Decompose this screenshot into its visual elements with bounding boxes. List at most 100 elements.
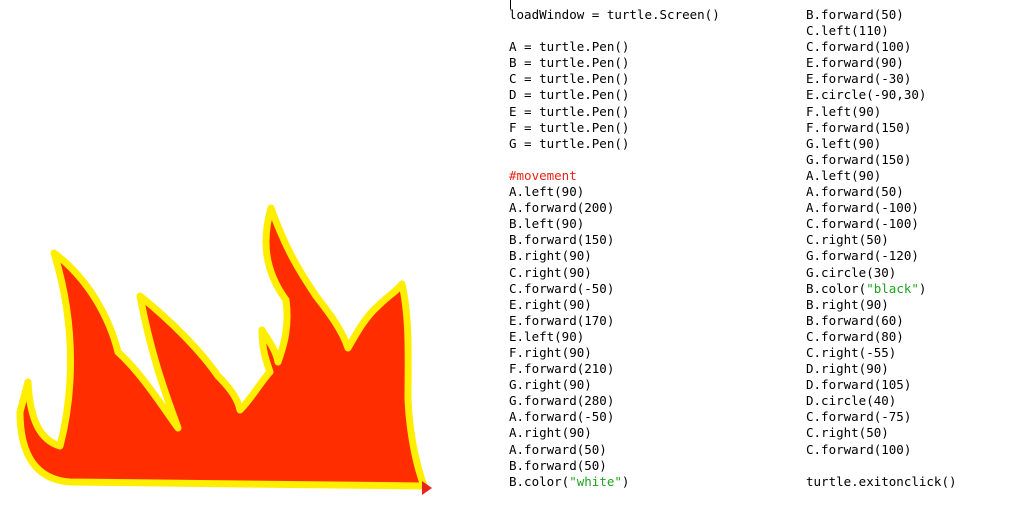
code-line[interactable]: F = turtle.Pen() [509, 120, 720, 136]
code-line[interactable]: B.right(90) [806, 297, 957, 313]
flame-shape [16, 204, 428, 490]
code-line[interactable]: E.forward(170) [509, 313, 720, 329]
code-line[interactable]: A.forward(-50) [509, 409, 720, 425]
code-text: G.circle(30) [806, 264, 897, 280]
code-text: A.left(90) [509, 184, 585, 200]
code-line[interactable]: E.circle(-90,30) [806, 87, 957, 103]
code-line[interactable]: B.forward(150) [509, 232, 720, 248]
code-text: G.forward(150) [806, 151, 912, 167]
code-line[interactable]: #movement [509, 168, 720, 184]
code-line[interactable]: C.right(50) [806, 232, 957, 248]
turtle-cursor-icon [422, 481, 432, 495]
code-text: ) [621, 473, 630, 489]
code-line[interactable]: B.forward(50) [509, 458, 720, 474]
code-line[interactable]: B.forward(50) [806, 7, 957, 23]
code-line[interactable]: C = turtle.Pen() [509, 71, 720, 87]
code-text: E.forward(-30) [806, 71, 912, 87]
code-text: B.left(90) [509, 216, 585, 232]
code-line[interactable]: A.forward(50) [806, 184, 957, 200]
code-line[interactable]: C.right(-55) [806, 345, 957, 361]
code-text: D.right(90) [806, 361, 889, 377]
code-line[interactable]: A.left(90) [806, 168, 957, 184]
code-text: E.circle(-90,30) [806, 87, 927, 103]
code-text: B.forward(50) [509, 457, 607, 473]
code-text: A.left(90) [806, 167, 882, 183]
code-line[interactable]: turtle.exitonclick() [806, 474, 957, 490]
code-text: A.right(90) [509, 425, 592, 441]
code-text: B.forward(150) [509, 232, 615, 248]
code-line[interactable]: B.right(90) [509, 248, 720, 264]
code-line[interactable]: C.forward(80) [806, 329, 957, 345]
code-line[interactable]: F.forward(150) [806, 120, 957, 136]
code-line[interactable]: B.left(90) [509, 216, 720, 232]
code-text: loadWindow = turtle.Screen() [509, 7, 720, 22]
code-line[interactable]: G.right(90) [509, 377, 720, 393]
code-line[interactable]: E.right(90) [509, 297, 720, 313]
code-line[interactable] [509, 152, 720, 168]
code-line[interactable]: loadWindow = turtle.Screen() [509, 7, 720, 23]
code-text: E = turtle.Pen() [509, 103, 630, 119]
code-line[interactable]: D.right(90) [806, 361, 957, 377]
code-line[interactable]: A.left(90) [509, 184, 720, 200]
code-line[interactable]: C.forward(100) [806, 442, 957, 458]
code-text: C.right(50) [806, 425, 889, 441]
turtle-drawing-canvas [16, 204, 432, 495]
code-line[interactable]: F.right(90) [509, 345, 720, 361]
code-line[interactable]: D.forward(105) [806, 377, 957, 393]
code-line[interactable]: B.color("black") [806, 281, 957, 297]
code-text: ) [918, 280, 927, 296]
code-line[interactable]: A.forward(50) [509, 442, 720, 458]
code-line[interactable]: E = turtle.Pen() [509, 104, 720, 120]
code-line[interactable]: B.forward(60) [806, 313, 957, 329]
code-line[interactable]: F.forward(210) [509, 361, 720, 377]
code-text: F.right(90) [509, 344, 592, 360]
code-text: F.left(90) [806, 103, 882, 119]
code-line[interactable]: A.forward(200) [509, 200, 720, 216]
code-text: A.forward(50) [509, 441, 607, 457]
code-line[interactable]: G.forward(-120) [806, 248, 957, 264]
code-text: A = turtle.Pen() [509, 39, 630, 55]
code-line[interactable]: G.forward(150) [806, 152, 957, 168]
code-line[interactable]: E.forward(90) [806, 55, 957, 71]
code-line[interactable]: F.left(90) [806, 104, 957, 120]
code-text: G.forward(280) [509, 393, 615, 409]
code-text: G.left(90) [806, 135, 882, 151]
code-text: B = turtle.Pen() [509, 55, 630, 71]
code-line[interactable]: A = turtle.Pen() [509, 39, 720, 55]
code-line[interactable] [806, 458, 957, 474]
code-line[interactable]: D = turtle.Pen() [509, 87, 720, 103]
code-line[interactable]: C.forward(-100) [806, 216, 957, 232]
code-text: C.right(90) [509, 264, 592, 280]
code-column-right: B.forward(50) C.left(110) C.forward(100) E.… [806, 7, 957, 490]
code-text: turtle.exitonclick() [806, 473, 957, 489]
code-line[interactable]: C.right(90) [509, 265, 720, 281]
code-text: B.right(90) [806, 296, 889, 312]
code-line[interactable]: C.forward(100) [806, 39, 957, 55]
code-line[interactable]: E.left(90) [509, 329, 720, 345]
code-line[interactable]: C.left(110) [806, 23, 957, 39]
code-comment: #movement [509, 167, 577, 183]
code-line[interactable]: D.circle(40) [806, 393, 957, 409]
code-line[interactable]: A.forward(-100) [806, 200, 957, 216]
code-text: A.forward(50) [806, 184, 904, 200]
code-line[interactable]: A.right(90) [509, 425, 720, 441]
code-line[interactable]: E.forward(-30) [806, 71, 957, 87]
code-line[interactable]: G.left(90) [806, 136, 957, 152]
code-line[interactable]: B = turtle.Pen() [509, 55, 720, 71]
code-line[interactable]: G.circle(30) [806, 265, 957, 281]
code-text: B.right(90) [509, 248, 592, 264]
code-line[interactable]: C.forward(-75) [806, 409, 957, 425]
code-text: F.forward(210) [509, 361, 615, 377]
code-text: F.forward(150) [806, 119, 912, 135]
code-line[interactable] [509, 23, 720, 39]
code-text: G.forward(-120) [806, 248, 919, 264]
code-line[interactable]: B.color("white") [509, 474, 720, 490]
code-text: C.forward(-100) [806, 216, 919, 232]
code-line[interactable]: C.forward(-50) [509, 281, 720, 297]
code-line[interactable]: C.right(50) [806, 425, 957, 441]
code-text: C.right(50) [806, 232, 889, 248]
code-line[interactable]: G.forward(280) [509, 393, 720, 409]
code-line[interactable]: G = turtle.Pen() [509, 136, 720, 152]
code-text: A.forward(200) [509, 200, 615, 216]
code-text: B.color( [509, 473, 570, 489]
